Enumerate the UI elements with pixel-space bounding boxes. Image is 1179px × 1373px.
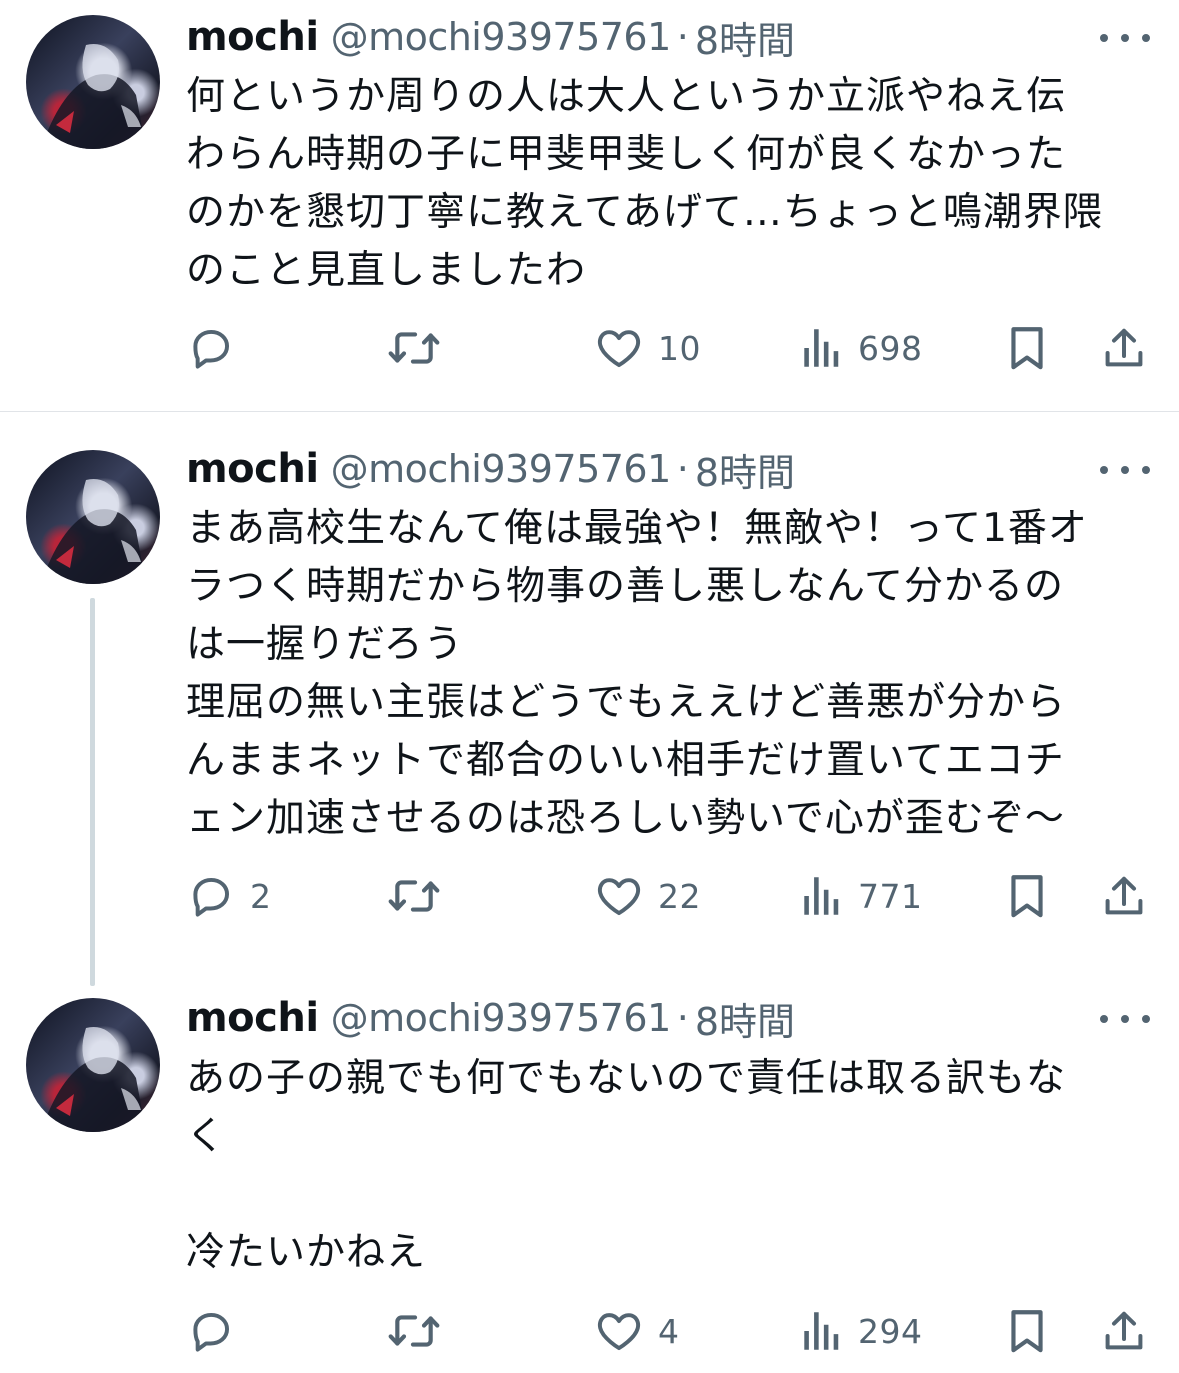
text-line: 冷たいかねえ xyxy=(186,1230,427,1275)
avatar[interactable] xyxy=(26,450,160,584)
timestamp[interactable]: 8時間 xyxy=(695,10,795,65)
reply-button[interactable]: 2 xyxy=(186,866,272,926)
reply-icon xyxy=(186,323,236,373)
display-name[interactable]: mochi xyxy=(186,14,319,60)
views-icon xyxy=(800,871,844,921)
action-bar: 10 698 xyxy=(0,318,1179,378)
bookmark-icon xyxy=(1004,323,1050,373)
more-icon[interactable] xyxy=(1100,460,1150,480)
tweet-divider xyxy=(0,411,1179,412)
retweet-button[interactable] xyxy=(386,318,442,378)
like-button[interactable]: 4 xyxy=(594,1301,680,1361)
text-line: 何というか周りの人は大人というか立派やねえ伝 xyxy=(186,74,1067,119)
retweet-icon xyxy=(386,871,442,921)
retweet-icon xyxy=(386,323,442,373)
like-count: 4 xyxy=(658,1311,680,1351)
share-icon xyxy=(1100,323,1148,373)
views-count: 771 xyxy=(858,876,923,916)
bookmark-button[interactable] xyxy=(1004,1301,1050,1361)
avatar[interactable] xyxy=(26,15,160,149)
share-button[interactable] xyxy=(1100,866,1148,926)
tweet-text: まあ高校生なんて俺は最強や！無敵や！って1番オ ラつく時期だから物事の善し悪しなん… xyxy=(186,500,1156,848)
separator-dot: · xyxy=(676,996,689,1040)
display-name[interactable]: mochi xyxy=(186,995,319,1041)
heart-icon xyxy=(594,323,644,373)
text-line: ラつく時期だから物事の善し悪しなんて分かるの xyxy=(186,564,1065,609)
tweet-text: 何というか周りの人は大人というか立派やねえ伝 わらん時期の子に甲斐甲斐しく何が良く… xyxy=(186,68,1156,300)
like-count: 22 xyxy=(658,876,701,916)
text-line: 理屈の無い主張はどうでもええけど善悪が分から xyxy=(186,680,1067,725)
views-icon xyxy=(800,1306,844,1356)
text-line: は一握りだろう xyxy=(186,622,464,667)
retweet-button[interactable] xyxy=(386,866,442,926)
views-count: 294 xyxy=(858,1311,923,1351)
separator-dot: · xyxy=(676,15,689,59)
bookmark-button[interactable] xyxy=(1004,866,1050,926)
action-bar: 2 22 771 xyxy=(0,866,1179,926)
like-button[interactable]: 10 xyxy=(594,318,701,378)
text-line: のこと見直しましたわ xyxy=(186,248,587,293)
share-icon xyxy=(1100,871,1148,921)
tweet-header: mochi @mochi93975761 · 8時間 xyxy=(186,991,795,1046)
user-handle[interactable]: @mochi93975761 xyxy=(331,15,672,59)
timestamp[interactable]: 8時間 xyxy=(695,991,795,1046)
heart-icon xyxy=(594,871,644,921)
tweet-header: mochi @mochi93975761 · 8時間 xyxy=(186,10,795,65)
thread-connector xyxy=(90,598,95,986)
reply-button[interactable] xyxy=(186,318,236,378)
heart-icon xyxy=(594,1306,644,1356)
text-line: わらん時期の子に甲斐甲斐しく何が良くなかった xyxy=(186,132,1067,177)
bookmark-icon xyxy=(1004,1306,1050,1356)
reply-icon xyxy=(186,871,236,921)
share-button[interactable] xyxy=(1100,318,1148,378)
display-name[interactable]: mochi xyxy=(186,446,319,492)
reply-button[interactable] xyxy=(186,1301,236,1361)
text-line: ェン加速させるのは恐ろしい勢いで心が歪むぞ〜 xyxy=(186,796,1065,841)
share-icon xyxy=(1100,1306,1148,1356)
user-handle[interactable]: @mochi93975761 xyxy=(331,447,672,491)
like-button[interactable]: 22 xyxy=(594,866,701,926)
views-button[interactable]: 698 xyxy=(800,318,923,378)
like-count: 10 xyxy=(658,328,701,368)
text-line: まあ高校生なんて俺は最強や！無敵や！って1番オ xyxy=(186,506,1088,551)
tweet-header: mochi @mochi93975761 · 8時間 xyxy=(186,442,795,497)
text-line: く xyxy=(186,1114,227,1159)
text-line xyxy=(186,1166,1156,1224)
text-line: のかを懇切丁寧に教えてあげて…ちょっと鳴潮界隈 xyxy=(186,190,1103,235)
text-line: あの子の親でも何でもないので責任は取る訳もな xyxy=(186,1056,1067,1101)
share-button[interactable] xyxy=(1100,1301,1148,1361)
bookmark-icon xyxy=(1004,871,1050,921)
text-line: んままネットで都合のいい相手だけ置いてエコチ xyxy=(186,738,1065,783)
retweet-button[interactable] xyxy=(386,1301,442,1361)
more-icon[interactable] xyxy=(1100,1009,1150,1029)
views-icon xyxy=(800,323,844,373)
views-button[interactable]: 294 xyxy=(800,1301,923,1361)
views-count: 698 xyxy=(858,328,923,368)
timestamp[interactable]: 8時間 xyxy=(695,442,795,497)
views-button[interactable]: 771 xyxy=(800,866,923,926)
avatar[interactable] xyxy=(26,998,160,1132)
more-icon[interactable] xyxy=(1100,28,1150,48)
bookmark-button[interactable] xyxy=(1004,318,1050,378)
separator-dot: · xyxy=(676,447,689,491)
user-handle[interactable]: @mochi93975761 xyxy=(331,996,672,1040)
reply-count: 2 xyxy=(250,876,272,916)
reply-icon xyxy=(186,1306,236,1356)
action-bar: 4 294 xyxy=(0,1301,1179,1361)
retweet-icon xyxy=(386,1306,442,1356)
tweet-text: あの子の親でも何でもないので責任は取る訳もなく冷たいかねえ xyxy=(186,1050,1156,1282)
